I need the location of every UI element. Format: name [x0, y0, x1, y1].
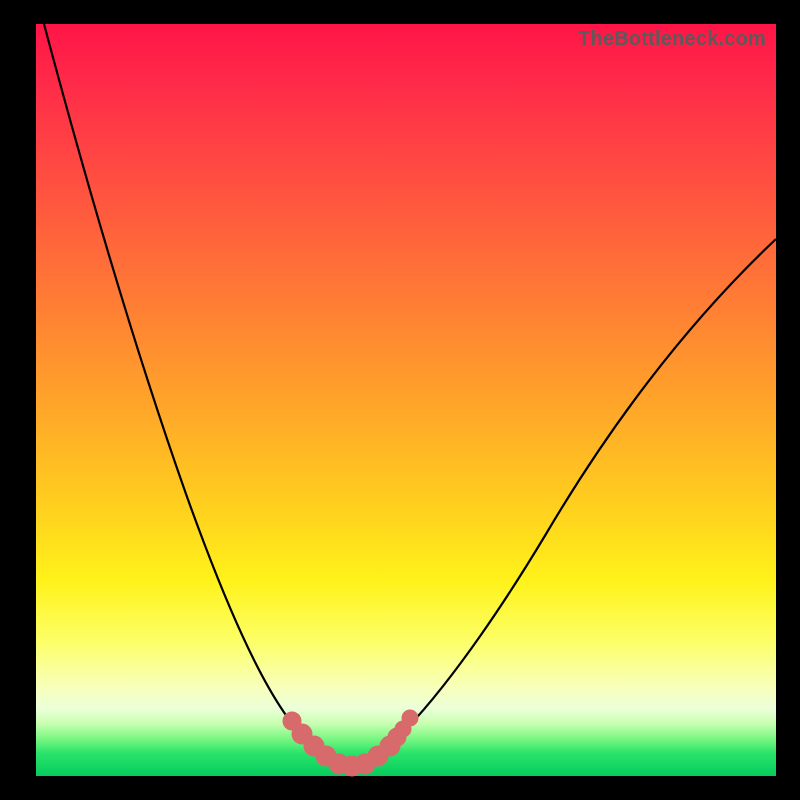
- chart-frame: TheBottleneck.com: [0, 0, 800, 800]
- marker-dot: [402, 710, 418, 726]
- curve-path: [44, 24, 776, 766]
- chart-plot-area: TheBottleneck.com: [36, 24, 776, 776]
- marker-group: [283, 710, 418, 776]
- bottleneck-curve: [36, 24, 776, 776]
